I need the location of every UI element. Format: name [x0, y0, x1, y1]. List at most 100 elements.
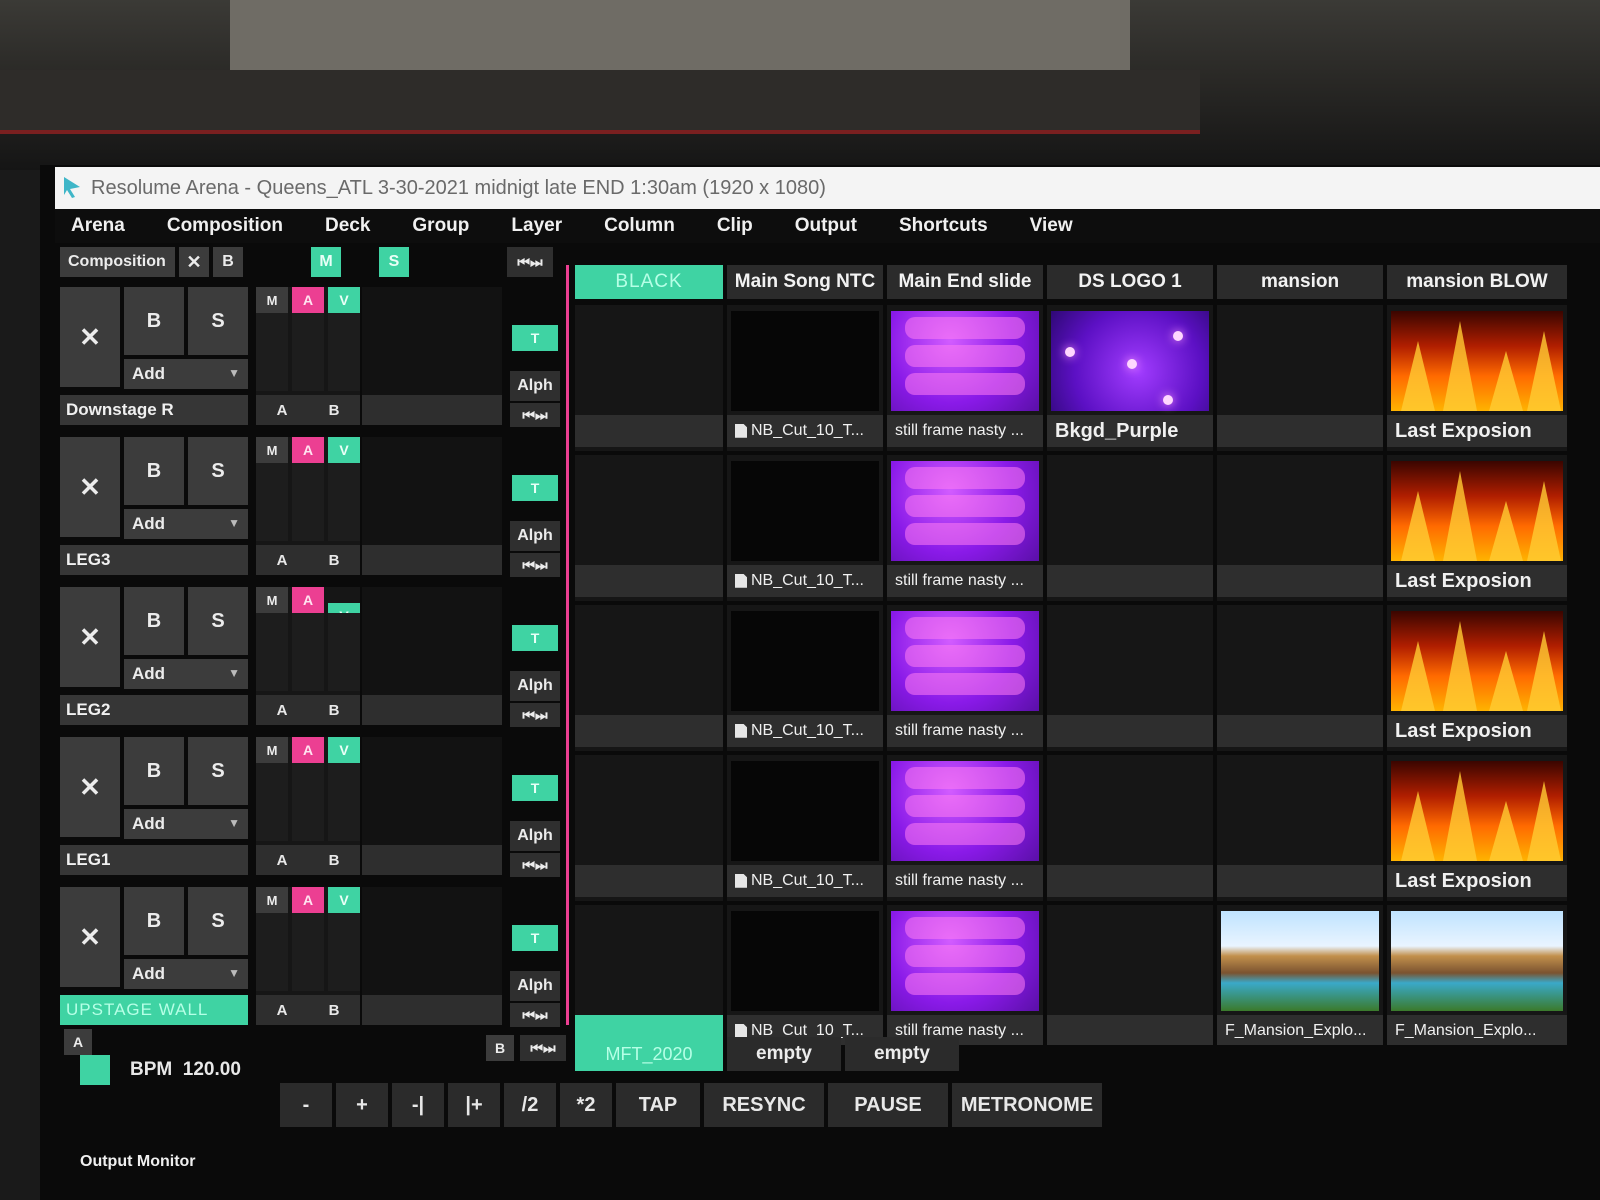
bpm-half-button[interactable]: /2: [504, 1083, 556, 1127]
bpm-double-button[interactable]: *2: [560, 1083, 612, 1127]
clip-slot[interactable]: Bkgd_Purple: [1047, 305, 1213, 451]
layer-name[interactable]: LEG2: [60, 695, 248, 725]
layer-transition-button[interactable]: T: [512, 925, 558, 951]
menu-layer[interactable]: Layer: [511, 215, 562, 237]
clip-slot-empty[interactable]: [575, 755, 723, 901]
column-header[interactable]: Main End slide: [887, 265, 1043, 299]
clip-slot-empty[interactable]: [1217, 305, 1383, 451]
bpm-minus-button[interactable]: -: [280, 1083, 332, 1127]
clip-slot[interactable]: F_Mansion_Explo...: [1217, 905, 1383, 1051]
bpm-value[interactable]: 120.00: [183, 1059, 241, 1080]
column-header[interactable]: Main Song NTC: [727, 265, 883, 299]
clip-slot-empty[interactable]: [575, 905, 723, 1051]
composition-master-button[interactable]: M: [311, 247, 341, 277]
composition-solo-button[interactable]: S: [379, 247, 409, 277]
clip-slot[interactable]: NB_Cut_10_T...: [727, 305, 883, 451]
crossfade-b[interactable]: B: [329, 1002, 340, 1019]
layer-video-button[interactable]: V: [328, 737, 360, 763]
layer-bypass-button[interactable]: B: [124, 887, 184, 955]
layer-clear-button[interactable]: ✕: [60, 437, 120, 537]
crossfade-b[interactable]: B: [329, 852, 340, 869]
clip-slot-empty[interactable]: [1047, 455, 1213, 601]
layer-crossfader-ab[interactable]: AB: [256, 695, 360, 725]
column-header-selected[interactable]: BLACK: [575, 265, 723, 299]
crossfade-b[interactable]: B: [329, 402, 340, 419]
layer-add-dropdown[interactable]: Add ▼: [124, 359, 248, 389]
crossfade-a[interactable]: A: [277, 702, 288, 719]
layer-audio-button[interactable]: A: [292, 437, 324, 463]
layer-skip-button[interactable]: ⏮⏭: [510, 703, 560, 727]
layer-add-dropdown[interactable]: Add ▼: [124, 509, 248, 539]
menu-arena[interactable]: Arena: [71, 215, 125, 237]
layer-fader[interactable]: [256, 913, 360, 991]
clip-slot-empty[interactable]: [1047, 755, 1213, 901]
layer-skip-button[interactable]: ⏮⏭: [510, 1003, 560, 1027]
layer-bypass-button[interactable]: B: [124, 737, 184, 805]
layer-solo-button[interactable]: S: [188, 887, 248, 955]
layer-name[interactable]: LEG1: [60, 845, 248, 875]
layer-mask-button[interactable]: M: [256, 587, 288, 613]
layer-transition-button[interactable]: T: [512, 475, 558, 501]
layer-alpha-button[interactable]: Alph: [510, 671, 560, 701]
resync-button[interactable]: RESYNC: [704, 1083, 824, 1127]
layer-skip-button[interactable]: ⏮⏭: [510, 853, 560, 877]
layer-name[interactable]: LEG3: [60, 545, 248, 575]
layer-skip-button[interactable]: ⏮⏭: [510, 403, 560, 427]
crossfade-a[interactable]: A: [277, 852, 288, 869]
clip-slot[interactable]: NB_Cut_10_T...: [727, 455, 883, 601]
layer-audio-button[interactable]: A: [292, 737, 324, 763]
clip-slot[interactable]: still frame nasty ...: [887, 305, 1043, 451]
composition-skip-button[interactable]: ⏮⏭: [507, 247, 553, 277]
menu-deck[interactable]: Deck: [325, 215, 370, 237]
composition-clear-button[interactable]: ✕: [179, 247, 209, 277]
clip-slot-empty[interactable]: [1217, 755, 1383, 901]
column-empty-1[interactable]: empty: [727, 1037, 841, 1071]
layer-video-button[interactable]: V: [328, 887, 360, 913]
layer-name[interactable]: Downstage R: [60, 395, 248, 425]
layer-crossfader-ab[interactable]: AB: [256, 545, 360, 575]
clip-slot[interactable]: still frame nasty ...: [887, 605, 1043, 751]
column-name-selected[interactable]: MFT_2020: [575, 1037, 723, 1071]
layer-mask-button[interactable]: M: [256, 737, 288, 763]
deck-b-button[interactable]: B: [486, 1035, 514, 1061]
layer-add-dropdown[interactable]: Add ▼: [124, 809, 248, 839]
layer-mask-button[interactable]: M: [256, 287, 288, 313]
deck-a-button[interactable]: A: [64, 1029, 92, 1055]
transport-skip-button[interactable]: ⏮⏭: [520, 1035, 566, 1061]
layer-add-dropdown[interactable]: Add ▼: [124, 959, 248, 989]
layer-clear-button[interactable]: ✕: [60, 587, 120, 687]
clip-slot[interactable]: F_Mansion_Explo...: [1387, 905, 1567, 1051]
menu-shortcuts[interactable]: Shortcuts: [899, 215, 988, 237]
layer-solo-button[interactable]: S: [188, 737, 248, 805]
bpm-plus-button[interactable]: +: [336, 1083, 388, 1127]
clip-slot[interactable]: still frame nasty ...: [887, 755, 1043, 901]
column-header[interactable]: mansion BLOW: [1387, 265, 1567, 299]
column-header[interactable]: mansion: [1217, 265, 1383, 299]
layer-bypass-button[interactable]: B: [124, 587, 184, 655]
layer-transition-button[interactable]: T: [512, 775, 558, 801]
clip-slot[interactable]: NB_Cut_10_T...: [727, 905, 883, 1051]
layer-alpha-button[interactable]: Alph: [510, 821, 560, 851]
layer-mask-button[interactable]: M: [256, 437, 288, 463]
nudge-back-button[interactable]: -|: [392, 1083, 444, 1127]
clip-slot[interactable]: NB_Cut_10_T...: [727, 605, 883, 751]
layer-alpha-button[interactable]: Alph: [510, 521, 560, 551]
layer-crossfader-ab[interactable]: AB: [256, 395, 360, 425]
column-empty-2[interactable]: empty: [845, 1037, 959, 1071]
layer-transition-button[interactable]: T: [512, 325, 558, 351]
crossfade-b[interactable]: B: [329, 702, 340, 719]
layer-clear-button[interactable]: ✕: [60, 287, 120, 387]
layer-audio-button[interactable]: A: [292, 287, 324, 313]
layer-alpha-button[interactable]: Alph: [510, 371, 560, 401]
layer-bypass-button[interactable]: B: [124, 437, 184, 505]
menu-output[interactable]: Output: [795, 215, 857, 237]
clip-slot[interactable]: still frame nasty ...: [887, 455, 1043, 601]
layer-name-selected[interactable]: UPSTAGE WALL: [60, 995, 248, 1025]
layer-video-button[interactable]: V: [328, 287, 360, 313]
clip-slot[interactable]: Last Exposion: [1387, 755, 1567, 901]
clip-slot-empty[interactable]: [575, 605, 723, 751]
layer-video-button[interactable]: V: [328, 437, 360, 463]
clip-slot-empty[interactable]: [575, 305, 723, 451]
tap-button[interactable]: TAP: [616, 1083, 700, 1127]
layer-crossfader-ab[interactable]: AB: [256, 995, 360, 1025]
